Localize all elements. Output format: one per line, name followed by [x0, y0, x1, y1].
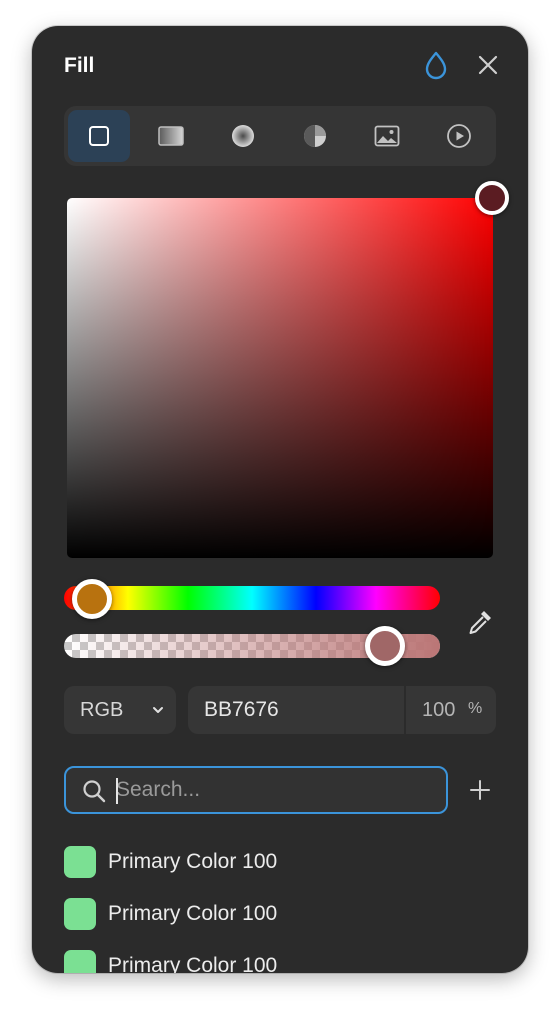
color-swatch-item[interactable]: Primary Color 100 [64, 950, 484, 973]
swatch-color [64, 846, 96, 878]
opacity-unit: % [468, 700, 483, 717]
water-drop-icon[interactable] [422, 50, 450, 80]
tab-image-fill[interactable] [356, 110, 418, 162]
radial-gradient-icon [232, 125, 254, 147]
fill-panel: Fill RGB BB7676 100 % Search... Primary … [32, 26, 528, 973]
tab-linear-gradient[interactable] [140, 110, 202, 162]
swatch-color [64, 950, 96, 973]
chevron-down-icon [153, 707, 163, 713]
tab-angular-gradient[interactable] [284, 110, 346, 162]
tab-radial-gradient[interactable] [212, 110, 274, 162]
fill-type-tabs [64, 106, 496, 166]
swatch-label: Primary Color 100 [108, 902, 278, 925]
square-icon [89, 126, 109, 146]
tab-video-fill[interactable] [428, 110, 490, 162]
swatch-color [64, 898, 96, 930]
hex-input[interactable]: BB7676 [204, 686, 279, 734]
search-input[interactable] [116, 768, 436, 812]
angular-gradient-icon [304, 125, 326, 147]
saturation-value-thumb[interactable] [475, 181, 509, 215]
opacity-input[interactable]: 100 [422, 686, 455, 734]
panel-title: Fill [64, 54, 95, 77]
tab-solid-fill[interactable] [68, 110, 130, 162]
play-icon [447, 124, 471, 148]
eyedropper-icon[interactable] [464, 606, 496, 638]
color-mode-value: RGB [80, 699, 124, 721]
search-box[interactable] [64, 766, 448, 814]
text-caret [116, 778, 118, 804]
color-mode-select[interactable]: RGB [64, 686, 176, 734]
swatch-label: Primary Color 100 [108, 850, 278, 873]
hue-slider-thumb[interactable] [72, 579, 112, 619]
field-divider [404, 686, 406, 734]
close-icon[interactable] [476, 53, 500, 77]
add-color-button[interactable] [468, 778, 492, 802]
image-icon [374, 125, 400, 147]
linear-gradient-icon [158, 126, 184, 146]
color-swatch-item[interactable]: Primary Color 100 [64, 898, 484, 932]
saturation-value-area[interactable] [67, 198, 493, 558]
hue-slider[interactable] [64, 586, 440, 610]
hex-opacity-field: BB7676 100 % [188, 686, 496, 734]
color-swatch-item[interactable]: Primary Color 100 [64, 846, 484, 880]
opacity-slider-thumb[interactable] [365, 626, 405, 666]
swatch-label: Primary Color 100 [108, 954, 278, 973]
search-icon [83, 780, 106, 803]
